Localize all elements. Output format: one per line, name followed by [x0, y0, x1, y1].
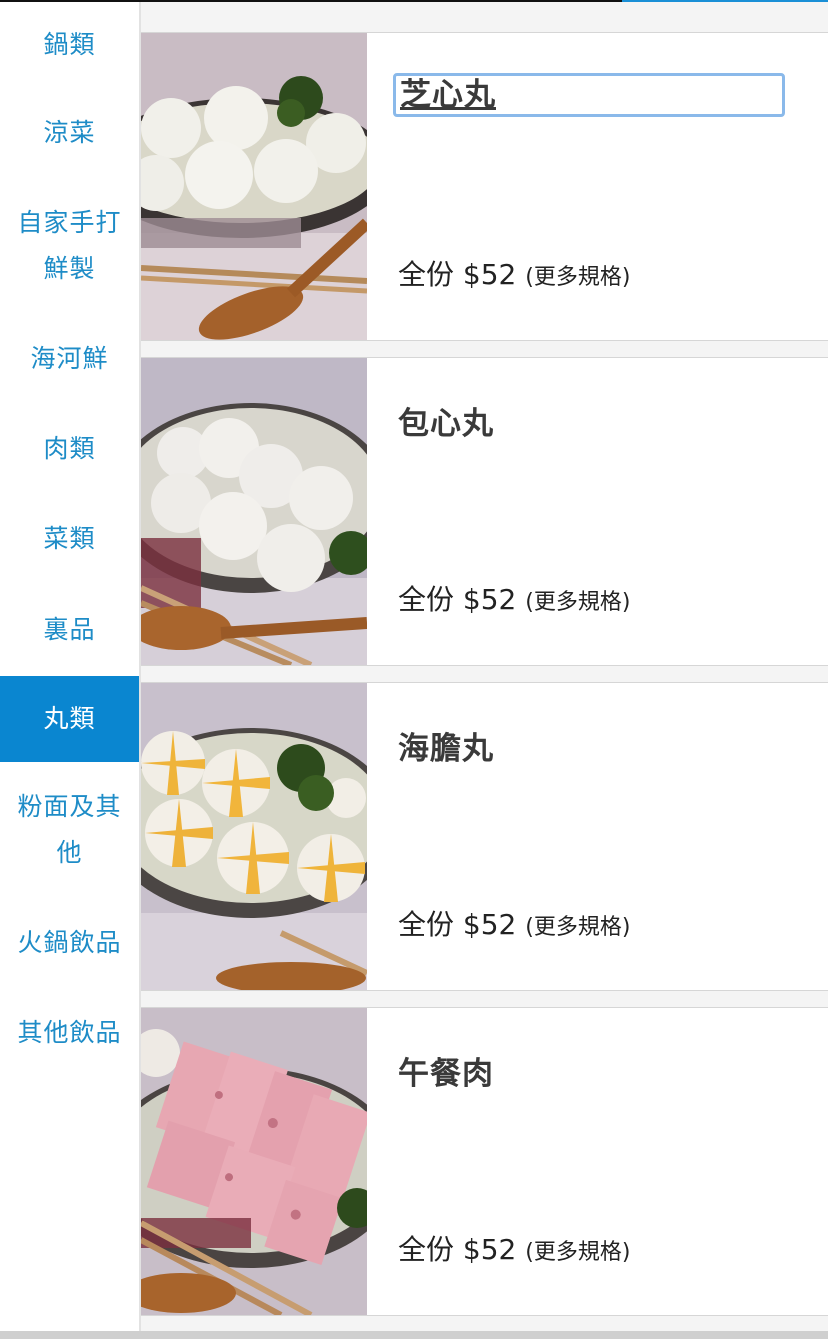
price-value: $52 — [462, 908, 517, 941]
category-item-hotpot-drinks[interactable]: 火鍋飲品 — [0, 898, 139, 988]
more-options-link[interactable]: (更多規格) — [525, 915, 630, 940]
more-options-link[interactable]: (更多規格) — [525, 265, 630, 290]
category-label: 涼菜 — [43, 118, 96, 147]
category-item-wrapped[interactable]: 裏品 — [0, 584, 139, 676]
category-item-cold-dishes[interactable]: 涼菜 — [0, 88, 139, 178]
category-item-homemade[interactable]: 自家手打鮮製 — [0, 178, 139, 314]
price-value: $52 — [462, 583, 517, 616]
product-price: 全份 $52 (更多規格) — [398, 253, 630, 293]
product-name: 海膽丸 — [398, 731, 494, 767]
portion-label: 全份 — [398, 1233, 455, 1266]
category-item-vegetables[interactable]: 菜類 — [0, 494, 139, 584]
product-name[interactable]: 芝心丸 — [393, 73, 785, 117]
product-price: 全份 $52 (更多規格) — [398, 1228, 630, 1268]
product-image — [141, 33, 367, 340]
category-label: 海河鮮 — [30, 344, 109, 373]
category-item-meat[interactable]: 肉類 — [0, 404, 139, 494]
category-item-other-drinks[interactable]: 其他飲品 — [0, 988, 139, 1078]
category-label: 肉類 — [43, 434, 96, 463]
more-options-link[interactable]: (更多規格) — [525, 1240, 630, 1265]
category-label: 裏品 — [43, 615, 96, 644]
category-sidebar: 鍋類 涼菜 自家手打鮮製 海河鮮 肉類 菜類 裏品 丸類 粉面及其他 火鍋飲品 … — [0, 2, 141, 1339]
category-label: 自家手打鮮製 — [17, 208, 122, 283]
product-image — [141, 683, 367, 990]
product-price: 全份 $52 (更多規格) — [398, 578, 630, 618]
product-name: 午餐肉 — [398, 1056, 494, 1092]
more-options-link[interactable]: (更多規格) — [525, 590, 630, 615]
category-label: 其他飲品 — [17, 1018, 122, 1047]
product-list: 芝心丸 全份 $52 (更多規格) 包心丸 全份 $52 (更多規格) 海膽丸 … — [141, 2, 828, 1339]
category-label: 火鍋飲品 — [17, 928, 122, 957]
bottom-scroll-edge — [0, 1331, 828, 1339]
product-card[interactable]: 包心丸 全份 $52 (更多規格) — [141, 357, 828, 666]
category-label: 丸類 — [43, 704, 96, 733]
product-card[interactable]: 午餐肉 全份 $52 (更多規格) — [141, 1007, 828, 1316]
product-image — [141, 1008, 367, 1315]
product-card[interactable]: 芝心丸 全份 $52 (更多規格) — [141, 32, 828, 341]
product-image — [141, 358, 367, 665]
category-item-seafood[interactable]: 海河鮮 — [0, 314, 139, 404]
category-label: 粉面及其他 — [17, 792, 122, 867]
portion-label: 全份 — [398, 258, 455, 291]
category-label: 鍋類 — [43, 30, 96, 59]
price-value: $52 — [462, 1233, 517, 1266]
category-item-pot[interactable]: 鍋類 — [0, 2, 139, 88]
product-card[interactable]: 海膽丸 全份 $52 (更多規格) — [141, 682, 828, 991]
category-label: 菜類 — [43, 524, 96, 553]
product-price: 全份 $52 (更多規格) — [398, 903, 630, 943]
product-name: 包心丸 — [398, 406, 494, 442]
category-item-noodles-other[interactable]: 粉面及其他 — [0, 762, 139, 898]
portion-label: 全份 — [398, 908, 455, 941]
category-item-balls[interactable]: 丸類 — [0, 676, 139, 762]
price-value: $52 — [462, 258, 517, 291]
portion-label: 全份 — [398, 583, 455, 616]
